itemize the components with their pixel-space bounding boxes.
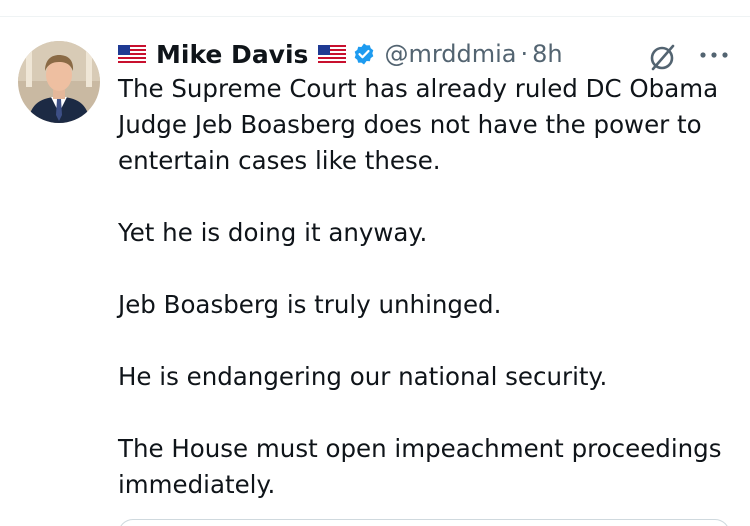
grok-icon[interactable] bbox=[646, 41, 678, 73]
timestamp[interactable]: 8h bbox=[532, 40, 562, 68]
verified-check-icon[interactable] bbox=[352, 42, 376, 66]
tweet-paragraph: He is endangering our national security. bbox=[118, 362, 608, 391]
embedded-card-edge[interactable] bbox=[118, 519, 730, 526]
more-options-icon[interactable] bbox=[697, 43, 731, 67]
tweet-text: The Supreme Court has already ruled DC O… bbox=[118, 71, 738, 503]
avatar[interactable] bbox=[18, 41, 100, 123]
tweet-paragraph: The House must open impeachment proceedi… bbox=[118, 434, 722, 499]
display-name[interactable]: Mike Davis bbox=[156, 40, 308, 69]
tweet-paragraph: Yet he is doing it anyway. bbox=[118, 218, 428, 247]
separator-dot: · bbox=[520, 40, 529, 68]
tweet-paragraph: Jeb Boasberg is truly unhinged. bbox=[118, 290, 502, 319]
tweet-paragraph: The Supreme Court has already ruled DC O… bbox=[118, 74, 719, 175]
tweet[interactable]: Mike Davis @mrddmia · 8h The Supreme Cou… bbox=[0, 17, 750, 526]
avatar-image bbox=[18, 41, 100, 123]
us-flag-icon bbox=[318, 45, 347, 63]
tweet-header: Mike Davis @mrddmia · 8h bbox=[118, 37, 738, 71]
us-flag-icon bbox=[118, 45, 146, 63]
user-handle[interactable]: @mrddmia bbox=[384, 40, 516, 68]
